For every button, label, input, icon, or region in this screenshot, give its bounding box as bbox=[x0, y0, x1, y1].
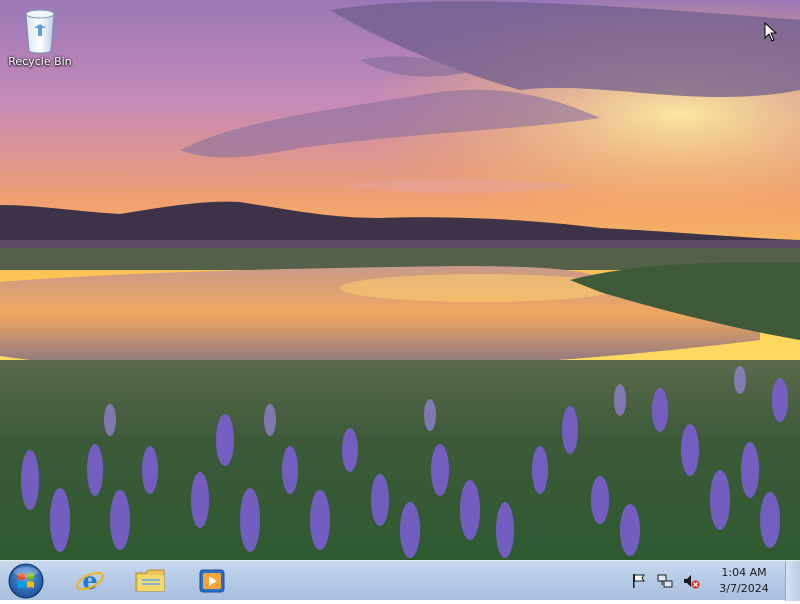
internet-explorer-icon: e bbox=[76, 566, 104, 595]
taskbar-internet-explorer-button[interactable]: e bbox=[68, 563, 112, 599]
recycle-bin-icon bbox=[25, 9, 55, 54]
desktop-icon-recycle-bin[interactable]: Recycle Bin bbox=[4, 6, 76, 76]
clock-date: 3/7/2024 bbox=[719, 582, 769, 595]
desktop-icon-label: Recycle Bin bbox=[8, 55, 72, 68]
system-clock[interactable]: 1:04 AM 3/7/2024 bbox=[710, 565, 778, 597]
windows-logo-icon bbox=[8, 563, 44, 599]
clock-time: 1:04 AM bbox=[721, 566, 767, 579]
notification-area: 1:04 AM 3/7/2024 bbox=[626, 561, 778, 601]
taskbar: e 1:04 AM 3/7/2024 bbox=[0, 560, 800, 601]
show-desktop-button[interactable] bbox=[785, 561, 800, 601]
action-center-flag-icon[interactable] bbox=[630, 572, 648, 590]
taskbar-media-player-button[interactable] bbox=[190, 563, 234, 599]
volume-muted-icon[interactable] bbox=[682, 572, 700, 590]
network-icon[interactable] bbox=[656, 572, 674, 590]
svg-text:e: e bbox=[82, 566, 97, 595]
media-player-icon bbox=[199, 569, 225, 593]
desktop-wallpaper bbox=[0, 0, 800, 560]
start-button[interactable] bbox=[6, 562, 46, 600]
taskbar-windows-explorer-button[interactable] bbox=[129, 563, 173, 599]
folder-icon bbox=[135, 569, 165, 592]
mouse-cursor-icon bbox=[764, 22, 778, 42]
